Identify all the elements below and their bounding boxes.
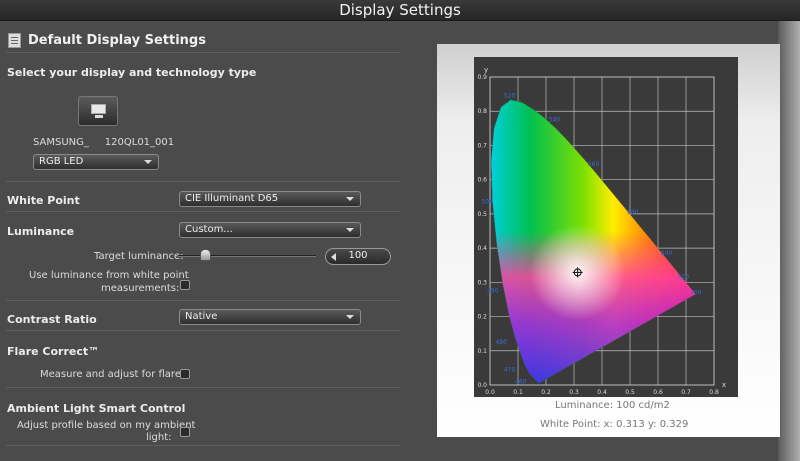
technology-dropdown[interactable]: RGB LED — [33, 154, 159, 170]
target-luminance-slider[interactable] — [178, 255, 316, 257]
wavelength-label: 460 — [515, 378, 527, 385]
wavelength-label: 500 — [481, 199, 493, 206]
y-tick-label: 0.4 — [477, 245, 487, 252]
luminance-value: Custom... — [185, 224, 233, 235]
x-tick-label: 0.7 — [681, 389, 691, 396]
technology-value: RGB LED — [39, 156, 84, 167]
x-tick-label: 0.5 — [625, 389, 635, 396]
window-title: Display Settings — [0, 0, 800, 21]
panel-header: Default Display Settings — [8, 30, 206, 50]
ambient-adjust-label-2: light: — [146, 432, 172, 443]
right-edge — [778, 21, 800, 461]
x-tick-label: 0.2 — [541, 389, 551, 396]
divider — [6, 52, 400, 53]
display-name: SAMSUNG_ 120QL01_001 — [33, 137, 175, 148]
target-luminance-value: 100 — [348, 250, 368, 261]
chart-white-point-y: 0.329 — [659, 419, 689, 430]
chevron-down-icon — [346, 315, 354, 319]
settings-panel: Default Display Settings Select your dis… — [0, 21, 410, 461]
target-luminance-stepper[interactable]: 100 — [325, 248, 391, 265]
display-section-title: Select your display and technology type — [7, 66, 257, 79]
y-tick-label: 0.3 — [477, 279, 487, 286]
contrast-label: Contrast Ratio — [7, 313, 97, 326]
wavelength-label: 560 — [588, 161, 600, 168]
monitor-stand — [95, 115, 103, 118]
slider-thumb[interactable] — [200, 249, 211, 261]
chart-luminance-value: 100 cd/m2 — [616, 400, 670, 411]
panel-title: Default Display Settings — [28, 32, 206, 48]
y-tick-label: 0.5 — [477, 211, 487, 218]
wavelength-label: 620 — [677, 274, 689, 281]
y-tick-label: 0.6 — [477, 177, 487, 184]
white-point-dropdown[interactable]: CIE Illuminant D65 — [179, 191, 361, 207]
y-tick-label: 0.7 — [477, 142, 487, 149]
white-point-label: White Point — [7, 194, 80, 207]
chart-luminance-row: Luminance: 100 cd/m2 — [555, 400, 670, 411]
wavelength-label: 540 — [549, 116, 561, 123]
white-point-value: CIE Illuminant D65 — [185, 193, 279, 204]
luminance-label: Luminance — [7, 225, 75, 238]
wavelength-label: 470 — [504, 366, 516, 373]
divider — [6, 181, 400, 182]
chart-white-point-x: 0.313 — [616, 419, 645, 430]
chart-luminance-label: Luminance: — [555, 400, 614, 411]
ambient-adjust-label: Adjust profile based on my ambient — [17, 420, 196, 431]
use-luminance-label: Use luminance from white point — [29, 270, 189, 281]
y-tick-label: 0.8 — [477, 108, 487, 115]
x-tick-label: 0.1 — [513, 389, 523, 396]
wavelength-label: 490 — [487, 288, 499, 295]
y-tick-label: 0.0 — [477, 382, 487, 389]
chevron-down-icon — [346, 197, 354, 201]
use-luminance-checkbox[interactable] — [180, 280, 190, 290]
x-tick-label: 0.8 — [709, 389, 719, 396]
monitor-screen — [91, 104, 106, 114]
document-icon — [8, 32, 21, 48]
wavelength-label: 480 — [495, 339, 507, 346]
x-tick-label: 0.6 — [653, 389, 663, 396]
y-axis-label: y — [484, 66, 488, 74]
divider — [6, 330, 400, 331]
flare-title: Flare Correct™ — [7, 345, 100, 358]
luminance-dropdown[interactable]: Custom... — [179, 222, 361, 238]
contrast-value: Native — [185, 311, 218, 322]
x-axis-label: x — [722, 381, 726, 389]
divider — [6, 211, 400, 212]
x-tick-label: 0.0 — [485, 389, 495, 396]
y-tick-label: 0.1 — [477, 348, 487, 355]
flare-measure-label: Measure and adjust for flare: — [40, 369, 185, 380]
target-luminance-label: Target luminance: — [94, 251, 184, 262]
divider — [6, 300, 400, 301]
contrast-dropdown[interactable]: Native — [179, 309, 361, 325]
divider — [6, 445, 400, 446]
wavelength-label: 520 — [504, 93, 516, 100]
wavelength-label: 700 — [690, 289, 702, 296]
ambient-title: Ambient Light Smart Control — [7, 402, 186, 415]
chart-white-point-label: White Point: x: — [540, 419, 613, 430]
y-tick-label: 0.2 — [477, 314, 487, 321]
monitor-icon[interactable] — [78, 96, 118, 126]
chevron-down-icon — [144, 160, 152, 164]
x-tick-label: 0.3 — [569, 389, 579, 396]
x-tick-label: 0.4 — [597, 389, 607, 396]
wavelength-label: 600 — [661, 250, 673, 257]
ambient-checkbox[interactable] — [180, 427, 190, 437]
chart-white-point-row: White Point: x: 0.313 y: 0.329 — [540, 419, 688, 430]
chart-white-point-y-label: y: — [647, 419, 657, 430]
flare-checkbox[interactable] — [180, 369, 190, 379]
wavelength-label: 580 — [627, 209, 639, 216]
chevron-down-icon — [346, 228, 354, 232]
y-tick-label: 0.9 — [477, 74, 487, 81]
divider — [6, 387, 400, 388]
use-luminance-label-2: measurements: — [101, 283, 180, 294]
cie-chromaticity-chart: 0.0 0.1 0.2 0.3 0.4 0.5 0.6 0.7 0.8 0.0 0.1 0.2 0.3 0… — [474, 57, 738, 397]
